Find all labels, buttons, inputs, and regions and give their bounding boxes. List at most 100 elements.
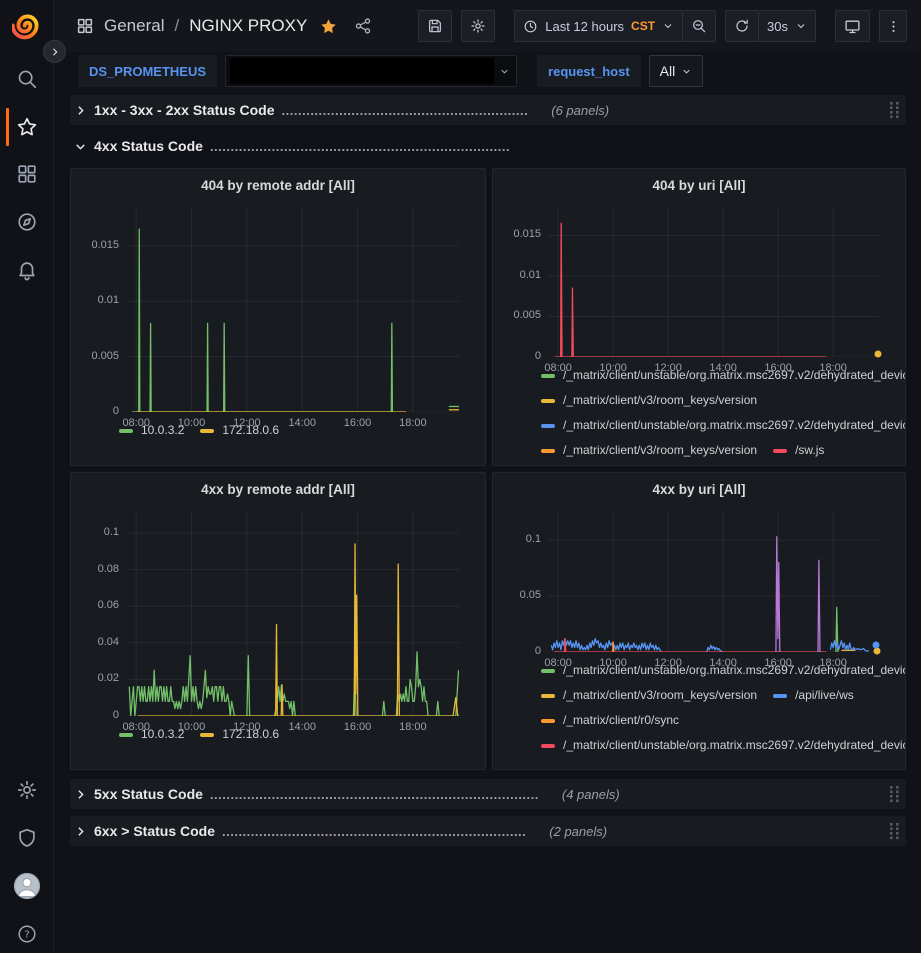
series-endpoint-marker: [874, 648, 881, 655]
chevron-down-icon: [681, 66, 692, 77]
sidebar-expand-button[interactable]: [43, 40, 66, 63]
x-axis-tick-label: 18:00: [819, 657, 847, 669]
y-axis-tick-label: 0.05: [520, 589, 541, 601]
breadcrumb-folder[interactable]: General: [104, 16, 164, 36]
kebab-icon: [886, 19, 901, 34]
x-axis-tick-label: 18:00: [819, 362, 847, 374]
y-axis-tick-label: 0: [535, 645, 541, 657]
legend-swatch: [200, 429, 214, 433]
datasource-variable-select[interactable]: [225, 55, 517, 87]
legend-swatch: [541, 744, 555, 748]
legend-item[interactable]: /_matrix/client/v3/room_keys/version: [541, 388, 757, 413]
save-icon: [427, 18, 443, 34]
x-axis-tick-label: 10:00: [599, 657, 627, 669]
request-host-variable-select[interactable]: All: [649, 55, 704, 87]
panel-title[interactable]: 404 by remote addr [All]: [81, 175, 475, 199]
series-endpoint-marker: [872, 642, 879, 649]
drag-handle-icon[interactable]: [889, 101, 900, 119]
legend-item[interactable]: /_matrix/client/unstable/org.matrix.msc2…: [541, 413, 906, 438]
legend-item[interactable]: /_matrix/client/v3/room_keys/version: [541, 438, 757, 463]
x-axis-tick-label: 10:00: [178, 417, 206, 429]
panel-title[interactable]: 4xx by uri [All]: [503, 479, 895, 503]
legend-label: /_matrix/client/unstable/org.matrix.msc2…: [563, 413, 906, 438]
x-axis-tick-label: 16:00: [344, 721, 372, 733]
monitor-icon: [844, 18, 861, 35]
row-4xx-status-code[interactable]: 4xx Status Code ........................…: [70, 132, 906, 160]
chart-plot-area[interactable]: 0.0150.010.005008:0010:0012:0014:0016:00…: [549, 207, 879, 357]
kebab-menu-button[interactable]: [879, 10, 907, 42]
x-axis-tick-label: 12:00: [233, 721, 261, 733]
share-icon[interactable]: [354, 17, 372, 35]
x-axis-tick-label: 10:00: [599, 362, 627, 374]
request-host-variable-value: All: [660, 63, 676, 79]
row-title: 5xx Status Code: [94, 786, 203, 802]
shield-icon: [16, 827, 38, 849]
dashboard-toolbar: Last 12 hours CST 30s: [418, 10, 907, 42]
x-axis-tick-label: 12:00: [654, 362, 682, 374]
panel-4xx-by-remote-addr: 4xx by remote addr [All] 0.10.080.060.04…: [70, 472, 486, 770]
row-1xx-3xx-2xx-status-code[interactable]: 1xx - 3xx - 2xx Status Code ............…: [70, 95, 906, 125]
panel-title[interactable]: 4xx by remote addr [All]: [81, 479, 475, 503]
legend-swatch: [119, 429, 133, 433]
y-axis-tick-label: 0.01: [98, 294, 119, 306]
refresh-icon: [734, 18, 750, 34]
save-dashboard-button[interactable]: [418, 10, 452, 42]
legend-item[interactable]: /_matrix/client/unstable/org.matrix.msc2…: [541, 733, 906, 758]
time-range-picker[interactable]: Last 12 hours CST: [514, 10, 683, 42]
sidebar-item-server-admin[interactable]: [0, 815, 54, 861]
chart-plot-area[interactable]: 0.10.080.060.040.02008:0010:0012:0014:00…: [127, 511, 459, 716]
x-axis-tick-label: 18:00: [399, 721, 427, 733]
legend-item[interactable]: /sw.js: [773, 438, 824, 463]
sidebar-item-starred[interactable]: [0, 104, 54, 150]
y-axis-tick-label: 0.1: [526, 533, 541, 545]
y-axis-tick-label: 0: [535, 350, 541, 362]
series-endpoint-marker: [874, 350, 881, 357]
sidebar-item-configuration[interactable]: [0, 767, 54, 813]
y-axis-tick-label: 0.06: [98, 599, 119, 611]
dashboard-header: General / NGINX PROXY Last 12 hours: [54, 0, 921, 52]
gear-icon: [16, 779, 38, 801]
drag-handle-icon[interactable]: [889, 822, 900, 840]
y-axis-tick-label: 0.015: [513, 228, 541, 240]
row-5xx-status-code[interactable]: 5xx Status Code ........................…: [70, 779, 906, 809]
drag-handle-icon[interactable]: [889, 785, 900, 803]
zoom-out-time-button[interactable]: [683, 10, 716, 42]
sidebar-item-dashboards[interactable]: [0, 151, 54, 197]
y-axis-tick-label: 0.1: [104, 526, 119, 538]
legend-swatch: [541, 694, 555, 698]
legend-item[interactable]: /_matrix/client/v3/room_keys/version: [541, 683, 757, 708]
grafana-logo-icon[interactable]: [12, 10, 43, 41]
row-title-dots: ........................................…: [282, 103, 529, 118]
sidebar-item-explore[interactable]: [0, 199, 54, 245]
request-host-variable-label[interactable]: request_host: [537, 55, 641, 87]
chart-legend: /_matrix/client/unstable/org.matrix.msc2…: [541, 658, 895, 758]
row-title: 1xx - 3xx - 2xx Status Code: [94, 102, 275, 118]
chevron-right-icon: [74, 104, 87, 117]
chart-plot-area[interactable]: 0.0150.010.005008:0010:0012:0014:0016:00…: [127, 207, 459, 412]
panel-title[interactable]: 404 by uri [All]: [503, 175, 895, 199]
x-axis-tick-label: 10:00: [178, 721, 206, 733]
y-axis-tick-label: 0.02: [98, 672, 119, 684]
breadcrumb-dashboard-title[interactable]: NGINX PROXY: [189, 16, 307, 36]
tv-mode-button[interactable]: [835, 10, 870, 42]
sidebar-item-search[interactable]: [0, 56, 54, 102]
sidebar-item-help[interactable]: ?: [0, 911, 54, 953]
datasource-variable-label[interactable]: DS_PROMETHEUS: [78, 55, 217, 87]
sidebar-item-profile[interactable]: [0, 863, 54, 909]
chevron-down-icon: [662, 20, 674, 32]
legend-item[interactable]: /_matrix/client/r0/sync: [541, 708, 679, 733]
row-title-dots: ........................................…: [210, 139, 510, 154]
chart-plot-area[interactable]: 0.10.05008:0010:0012:0014:0016:0018:00: [549, 511, 879, 652]
refresh-dashboard-button[interactable]: [725, 10, 759, 42]
legend-swatch: [541, 424, 555, 428]
legend-swatch: [541, 449, 555, 453]
sidebar-item-alerting[interactable]: [0, 247, 54, 293]
legend-swatch: [200, 733, 214, 737]
legend-swatch: [541, 719, 555, 723]
star-filled-icon[interactable]: [319, 17, 338, 36]
legend-item[interactable]: /api/live/ws: [773, 683, 854, 708]
row-6xx-status-code[interactable]: 6xx > Status Code ......................…: [70, 816, 906, 846]
legend-label: /_matrix/client/v3/room_keys/version: [563, 388, 757, 413]
dashboard-settings-button[interactable]: [461, 10, 495, 42]
refresh-interval-picker[interactable]: 30s: [759, 10, 816, 42]
